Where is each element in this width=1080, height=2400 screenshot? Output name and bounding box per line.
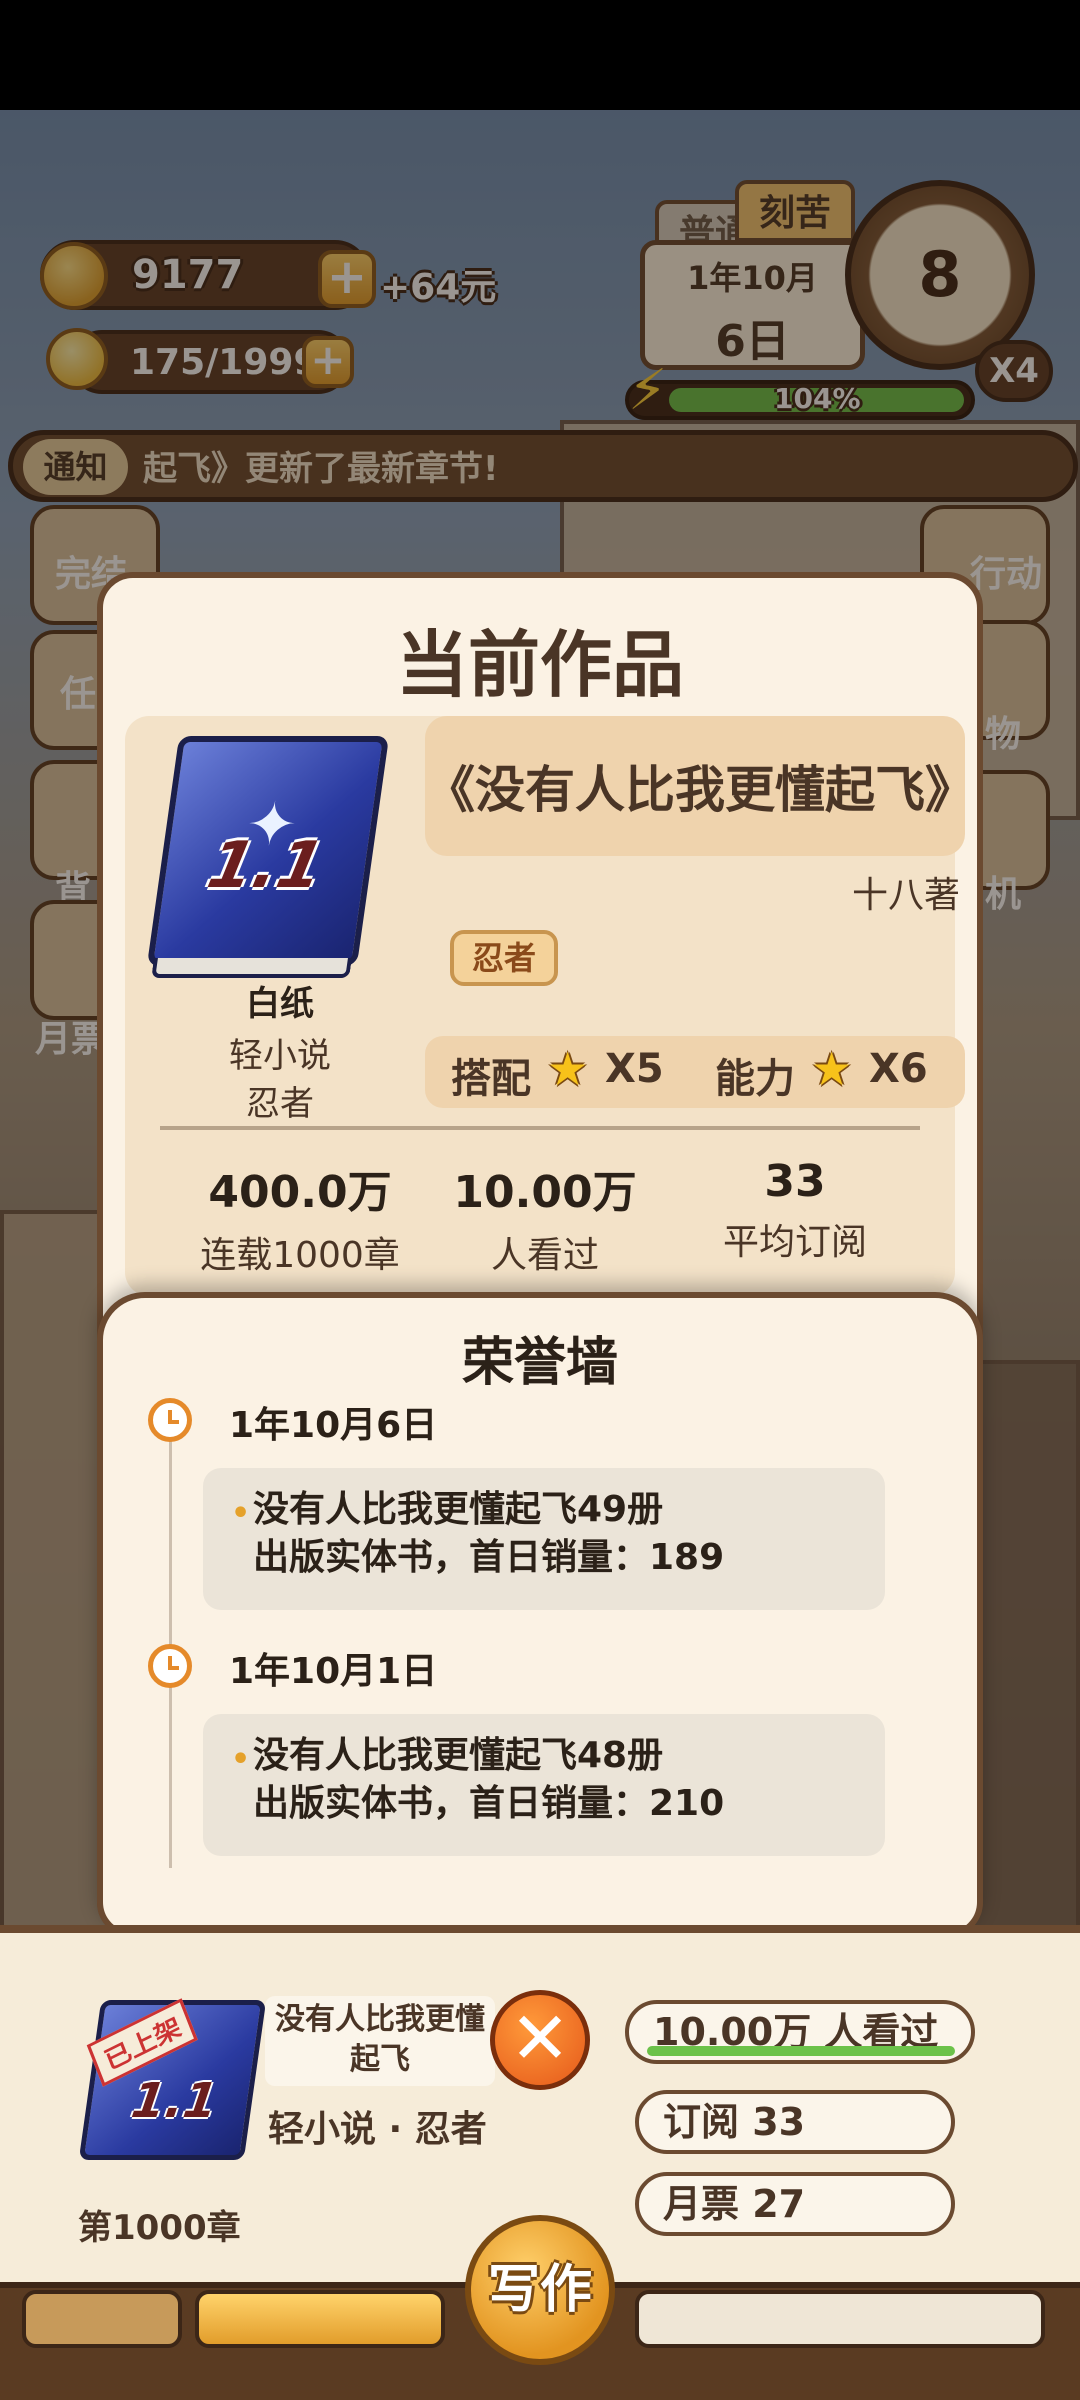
info-divider: [160, 1126, 920, 1130]
stat-subscriptions-value: 33: [764, 1156, 826, 1207]
stat-subscriptions: 33 平均订阅: [665, 1156, 925, 1265]
subscriptions-pill: 订阅 33: [635, 2090, 955, 2154]
book-cover: ✦ 1.1: [146, 736, 390, 966]
book-subgenre: 忍者: [246, 1084, 314, 1124]
toolbar-progress-left: [195, 2290, 445, 2348]
book-title-box: 《没有人比我更懂起飞》: [425, 716, 975, 856]
honor-entry-line1: 没有人比我更懂起飞48册: [253, 1735, 664, 1776]
honor-wall-title: 荣誉墙: [461, 1333, 618, 1393]
bottom-chapter: 第1000章: [78, 2208, 241, 2248]
bottom-genre-line: 轻小说 · 忍者: [268, 2109, 487, 2150]
match-value: X5: [605, 1046, 664, 1092]
honor-entry-line1: 没有人比我更懂起飞49册: [253, 1489, 664, 1530]
book-cover-number: 1.1: [201, 828, 331, 903]
stat-readers-label: 人看过: [490, 1235, 599, 1276]
views-pill: 10.00万 人看过: [625, 2000, 975, 2064]
monthly-votes-pill: 月票 27: [635, 2172, 955, 2236]
bottom-book-cover[interactable]: 已上架 1.1: [78, 1998, 267, 2160]
ability-label: 能力: [715, 1056, 795, 1102]
match-star-icon: ★: [547, 1042, 589, 1096]
book-author: 十八著: [851, 875, 960, 916]
close-button[interactable]: ✕: [490, 1990, 590, 2090]
views-bar: [647, 2046, 955, 2056]
honor-entry-date: 1年10月6日: [229, 1405, 438, 1446]
book-category: 轻小说: [229, 1036, 331, 1076]
subscriptions-text: 订阅 33: [663, 2100, 806, 2144]
monthly-votes-text: 月票 27: [663, 2182, 806, 2226]
stat-subscriptions-label: 平均订阅: [722, 1222, 867, 1263]
stat-words-value: 400.0万: [208, 1167, 392, 1218]
status-bar: [0, 0, 1080, 110]
paper-grade: 白纸: [246, 984, 314, 1024]
honor-entry-card: • 没有人比我更懂起飞48册 出版实体书，首日销量：210: [203, 1714, 885, 1856]
ability-star-icon: ★: [811, 1042, 853, 1096]
bottom-book-title: 没有人比我更懂起飞: [265, 1996, 495, 2086]
modal-title: 当前作品: [395, 623, 684, 707]
bullet-dot: •: [231, 1496, 251, 1531]
stat-words: 400.0万 连载1000章: [170, 1156, 430, 1278]
stat-readers-value: 10.00万: [453, 1167, 637, 1218]
bottom-book-number: 1.1: [128, 2073, 222, 2129]
stat-words-label: 连载1000章: [200, 1235, 400, 1276]
write-button[interactable]: 写作: [465, 2215, 615, 2365]
clock-icon: [148, 1398, 192, 1442]
work-info-card: ✦ 1.1 白纸 轻小说 忍者 《没有人比我更懂起飞》 十八著 忍者 搭配 ★ …: [125, 716, 975, 1296]
ability-value: X6: [869, 1046, 928, 1092]
match-ability-bar: 搭配 ★ X5 能力 ★ X6: [425, 1036, 965, 1108]
honor-wall: 荣誉墙 1年10月6日 • 没有人比我更懂起飞49册 出版实体书，首日销量：18…: [97, 1292, 983, 1938]
honor-entry-date: 1年10月1日: [229, 1651, 438, 1692]
stat-readers: 10.00万 人看过: [415, 1156, 675, 1278]
toolbar-slot-left[interactable]: [22, 2290, 182, 2348]
bullet-dot: •: [231, 1742, 251, 1777]
book-title: 《没有人比我更懂起飞》: [425, 761, 975, 819]
genre-chip: 忍者: [450, 930, 558, 986]
honor-entry-card: • 没有人比我更懂起飞49册 出版实体书，首日销量：189: [203, 1468, 885, 1610]
match-label: 搭配: [451, 1056, 531, 1102]
honor-entry-line2: 出版实体书，首日销量：210: [253, 1783, 725, 1824]
honor-entry-line2: 出版实体书，首日销量：189: [253, 1537, 725, 1578]
clock-icon: [148, 1644, 192, 1688]
toolbar-progress-right: [635, 2290, 1045, 2348]
